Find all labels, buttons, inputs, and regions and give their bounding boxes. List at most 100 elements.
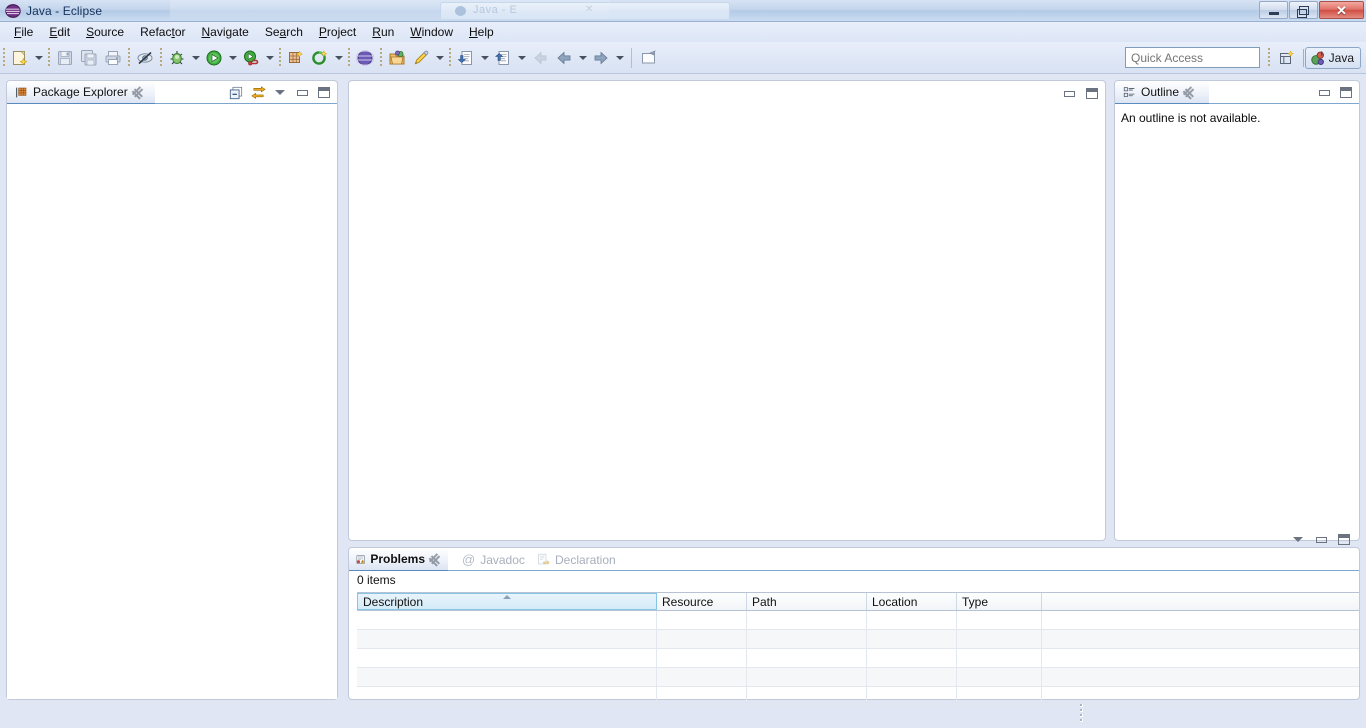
next-annotation-button[interactable] — [454, 46, 478, 70]
table-cell — [357, 668, 657, 686]
maximize-button[interactable] — [1083, 85, 1101, 102]
menu-window[interactable]: Window — [402, 23, 461, 41]
column-header-path[interactable]: Path — [747, 593, 867, 610]
backward-button[interactable] — [552, 46, 576, 70]
external-tools-dropdown[interactable] — [263, 46, 276, 70]
collapse-all-icon — [229, 86, 243, 99]
close-window-button[interactable]: ✕ — [1319, 1, 1364, 19]
debug-icon — [170, 50, 184, 64]
open-task-button[interactable] — [385, 46, 409, 70]
minimize-icon — [296, 89, 308, 96]
run-button[interactable] — [202, 46, 226, 70]
restore-window-button[interactable] — [1289, 1, 1318, 19]
external-tools-button[interactable] — [239, 46, 263, 70]
new-wizard-dropdown[interactable] — [32, 46, 45, 70]
menu-edit[interactable]: Edit — [41, 23, 78, 41]
column-header-type[interactable]: Type — [957, 593, 1042, 610]
restore-icon — [1296, 5, 1309, 18]
tab-javadoc[interactable]: @ Javadoc — [455, 548, 530, 571]
save-all-button[interactable] — [77, 46, 101, 70]
outline-tabbar: Outline — [1115, 81, 1359, 104]
table-row[interactable] — [357, 611, 1359, 630]
problems-icon — [356, 554, 365, 564]
tab-package-explorer-label: Package Explorer — [33, 85, 128, 99]
menu-file[interactable]: File — [6, 23, 41, 41]
toolbar-separator — [348, 47, 350, 68]
handle-dot — [1079, 719, 1083, 722]
table-cell — [657, 687, 747, 705]
new-java-class-button[interactable] — [308, 46, 332, 70]
maximize-button[interactable] — [315, 84, 333, 101]
perspective-java-button[interactable]: Java — [1304, 47, 1361, 69]
close-icon[interactable] — [1184, 87, 1195, 98]
next-annotation-dropdown[interactable] — [478, 46, 491, 70]
forward-button[interactable] — [589, 46, 613, 70]
previous-annotation-button[interactable] — [491, 46, 515, 70]
handle-dot — [1079, 714, 1083, 717]
link-with-editor-button[interactable] — [249, 84, 267, 101]
tab-package-explorer[interactable]: Package Explorer — [7, 81, 155, 104]
minimize-button[interactable] — [293, 84, 311, 101]
horizontal-sash[interactable] — [348, 541, 1360, 547]
run-dropdown[interactable] — [226, 46, 239, 70]
table-cell — [357, 649, 657, 667]
minimize-window-button[interactable] — [1259, 1, 1288, 19]
quick-access-field[interactable] — [1125, 47, 1260, 68]
new-wizard-button[interactable] — [8, 46, 32, 70]
perspective-java-label: Java — [1328, 51, 1354, 65]
new-java-package-button[interactable] — [284, 46, 308, 70]
background-window-text-ghost: Java - E — [473, 4, 518, 16]
search-pencil-dropdown[interactable] — [433, 46, 446, 70]
forward-dropdown[interactable] — [613, 46, 626, 70]
menu-refactor[interactable]: Refactor — [132, 23, 193, 41]
tab-declaration[interactable]: Declaration — [530, 548, 635, 571]
open-type-button[interactable] — [353, 46, 377, 70]
column-header-resource[interactable]: Resource — [657, 593, 747, 610]
menu-help[interactable]: Help — [461, 23, 502, 41]
menu-search[interactable]: Search — [257, 23, 311, 41]
tab-problems[interactable]: Problems — [349, 548, 448, 571]
menu-source[interactable]: Source — [78, 23, 132, 41]
search-pencil-button[interactable] — [409, 46, 433, 70]
bottom-resize-handle[interactable] — [1078, 702, 1084, 724]
close-icon[interactable] — [133, 87, 144, 98]
new-java-class-dropdown[interactable] — [332, 46, 345, 70]
vertical-sash[interactable] — [338, 80, 348, 700]
column-header-description[interactable]: Description — [357, 593, 657, 610]
table-cell — [867, 630, 957, 648]
table-row[interactable] — [357, 668, 1359, 687]
quick-access-input[interactable] — [1131, 50, 1256, 65]
table-row[interactable] — [357, 630, 1359, 649]
pin-editor-button[interactable] — [637, 46, 661, 70]
backward-dropdown[interactable] — [576, 46, 589, 70]
menu-navigate[interactable]: Navigate — [193, 23, 256, 41]
chevron-down-icon — [578, 55, 587, 60]
minimize-button[interactable] — [1060, 85, 1078, 102]
column-header-location[interactable]: Location — [867, 593, 957, 610]
tab-outline[interactable]: Outline — [1115, 81, 1209, 104]
table-cell — [867, 687, 957, 705]
run-icon — [206, 50, 222, 65]
previous-annotation-dropdown[interactable] — [515, 46, 528, 70]
view-menu-button[interactable] — [271, 84, 289, 101]
minimize-button[interactable] — [1315, 84, 1333, 101]
maximize-button[interactable] — [1337, 84, 1355, 101]
toggle-markoccurrences-button[interactable] — [133, 46, 157, 70]
tab-underline — [448, 570, 1359, 571]
open-perspective-button[interactable] — [1276, 48, 1298, 68]
save-button[interactable] — [53, 46, 77, 70]
menu-run[interactable]: Run — [364, 23, 402, 41]
debug-button[interactable] — [165, 46, 189, 70]
problems-table: Description Resource Path Location Type — [357, 592, 1359, 706]
menu-project[interactable]: Project — [311, 23, 364, 41]
package-explorer-tree[interactable] — [7, 104, 337, 699]
table-row[interactable] — [357, 649, 1359, 668]
debug-dropdown[interactable] — [189, 46, 202, 70]
close-icon[interactable] — [430, 554, 441, 565]
collapse-all-button[interactable] — [227, 84, 245, 101]
print-button[interactable] — [101, 46, 125, 70]
table-row[interactable] — [357, 687, 1359, 706]
back-history-button[interactable] — [528, 46, 552, 70]
editor-area[interactable] — [348, 80, 1106, 541]
table-cell — [657, 668, 747, 686]
